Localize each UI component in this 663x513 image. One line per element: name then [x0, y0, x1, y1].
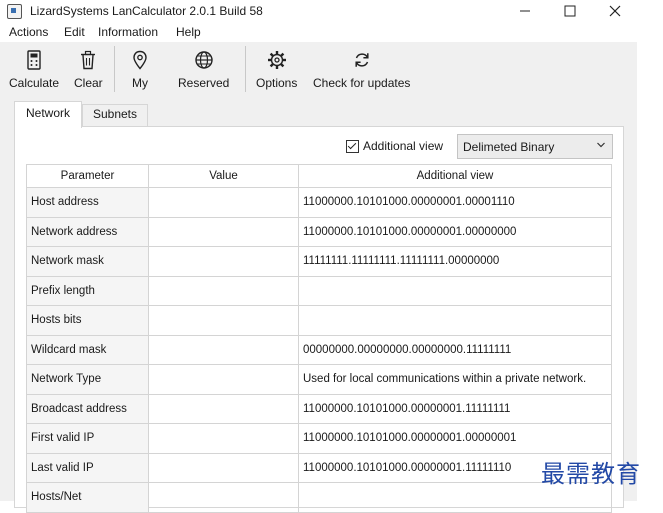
chevron-down-icon	[597, 142, 605, 148]
menu-edit[interactable]: Edit	[64, 25, 85, 39]
options-button[interactable]: Options	[256, 42, 297, 97]
additional-view-cell[interactable]: 11000000.10101000.00000001.11111111	[298, 393, 612, 424]
param-cell: Hosts bits	[26, 305, 149, 336]
menu-actions[interactable]: Actions	[9, 25, 48, 39]
value-cell[interactable]	[148, 364, 299, 395]
app-icon	[7, 4, 22, 19]
value-cell[interactable]	[148, 452, 299, 483]
value-cell[interactable]	[148, 216, 299, 247]
table-row[interactable]: Hosts bits	[26, 305, 612, 336]
param-cell: Network address	[26, 216, 149, 247]
minimize-icon	[520, 10, 530, 12]
value-cell[interactable]	[148, 482, 299, 513]
param-cell: Broadcast address	[26, 393, 149, 424]
additional-view-cell[interactable]: 11111111.11111111.11111111.00000000	[298, 246, 612, 277]
additional-view-label: Additional view	[363, 139, 444, 153]
param-cell: Host address	[26, 187, 149, 218]
additional-view-cell[interactable]: 11000000.10101000.00000001.00000000	[298, 216, 612, 247]
header-parameter[interactable]: Parameter	[26, 164, 149, 188]
header-value[interactable]: Value	[148, 164, 299, 188]
view-format-select[interactable]: Delimeted Binary	[457, 134, 613, 159]
menu-bar: Actions Edit Information Help	[0, 22, 663, 42]
check-updates-button[interactable]: Check for updates	[313, 42, 410, 97]
value-cell[interactable]	[148, 275, 299, 306]
table-header-row: Parameter Value Additional view	[26, 164, 612, 188]
param-cell: Hosts/Net	[26, 482, 149, 513]
calculate-label: Calculate	[9, 76, 60, 90]
check-updates-label: Check for updates	[313, 76, 411, 90]
table-row[interactable]: Wildcard mask 00000000.00000000.00000000.…	[26, 334, 612, 365]
window-title: LizardSystems LanCalculator 2.0.1 Build …	[30, 4, 263, 18]
value-cell[interactable]	[148, 393, 299, 424]
table-row[interactable]: Broadcast address 11000000.10101000.00000…	[26, 393, 612, 424]
additional-view-checkbox[interactable]	[346, 140, 359, 153]
table-row[interactable]: Hosts/Net	[26, 482, 612, 513]
value-cell[interactable]	[148, 334, 299, 365]
view-format-value: Delimeted Binary	[463, 140, 555, 154]
calculate-button[interactable]: Calculate	[9, 42, 59, 97]
maximize-button[interactable]	[550, 0, 590, 22]
trash-icon	[81, 50, 96, 70]
value-cell[interactable]	[148, 423, 299, 454]
toolbar-separator	[114, 46, 115, 92]
gear-icon	[267, 51, 286, 69]
title-bar: LizardSystems LanCalculator 2.0.1 Build …	[0, 0, 663, 22]
additional-view-cell[interactable]: Used for local communications within a p…	[298, 364, 612, 395]
clear-button[interactable]: Clear	[74, 42, 103, 97]
value-cell[interactable]	[148, 246, 299, 277]
param-cell: Prefix length	[26, 275, 149, 306]
tab-network[interactable]: Network	[14, 101, 82, 128]
globe-icon	[194, 51, 213, 69]
table-row[interactable]: Prefix length	[26, 275, 612, 306]
table-row[interactable]: Network Type Used for local communication…	[26, 364, 612, 395]
location-pin-icon	[133, 50, 147, 70]
additional-view-cell[interactable]: 00000000.00000000.00000000.11111111	[298, 334, 612, 365]
tab-subnets[interactable]: Subnets	[82, 104, 148, 127]
options-label: Options	[256, 76, 298, 90]
watermark: 最需教育	[541, 460, 641, 488]
close-icon	[609, 5, 621, 17]
value-cell[interactable]	[148, 305, 299, 336]
param-cell: Wildcard mask	[26, 334, 149, 365]
additional-view-cell[interactable]	[298, 305, 612, 336]
calculator-icon	[27, 50, 41, 70]
header-additional-view[interactable]: Additional view	[298, 164, 612, 188]
table-row[interactable]: Network address 11000000.10101000.0000000…	[26, 216, 612, 247]
reserved-button[interactable]: Reserved	[178, 42, 229, 97]
menu-information[interactable]: Information	[98, 25, 158, 39]
network-panel: Additional view Delimeted Binary Paramet…	[14, 126, 624, 513]
table-row[interactable]: Last valid IP 11000000.10101000.00000001.…	[26, 452, 612, 483]
maximize-icon	[564, 5, 576, 17]
results-table: Parameter Value Additional view Host add…	[26, 164, 612, 513]
table-row[interactable]: Host address 11000000.10101000.00000001.0…	[26, 187, 612, 218]
additional-view-cell[interactable]: 11000000.10101000.00000001.00000001	[298, 423, 612, 454]
toolbar-separator	[245, 46, 246, 92]
additional-view-cell[interactable]: 11000000.10101000.00000001.00001110	[298, 187, 612, 218]
clear-label: Clear	[74, 76, 103, 90]
param-cell: Network mask	[26, 246, 149, 277]
additional-view-cell[interactable]	[298, 275, 612, 306]
param-cell: First valid IP	[26, 423, 149, 454]
main-area: Network Subnets Additional view Delimete…	[0, 97, 637, 513]
my-label: My	[132, 76, 148, 90]
refresh-icon	[355, 53, 369, 67]
value-cell[interactable]	[148, 187, 299, 218]
my-button[interactable]: My	[130, 42, 150, 97]
toolbar: Calculate Clear My Reserved Options Chec…	[0, 42, 637, 98]
table-row[interactable]: Network mask 11111111.11111111.11111111.0…	[26, 246, 612, 277]
param-cell: Last valid IP	[26, 452, 149, 483]
table-row[interactable]: First valid IP 11000000.10101000.00000001…	[26, 423, 612, 454]
minimize-button[interactable]	[505, 0, 545, 22]
menu-help[interactable]: Help	[176, 25, 201, 39]
reserved-label: Reserved	[178, 76, 230, 90]
param-cell: Network Type	[26, 364, 149, 395]
close-button[interactable]	[595, 0, 635, 22]
